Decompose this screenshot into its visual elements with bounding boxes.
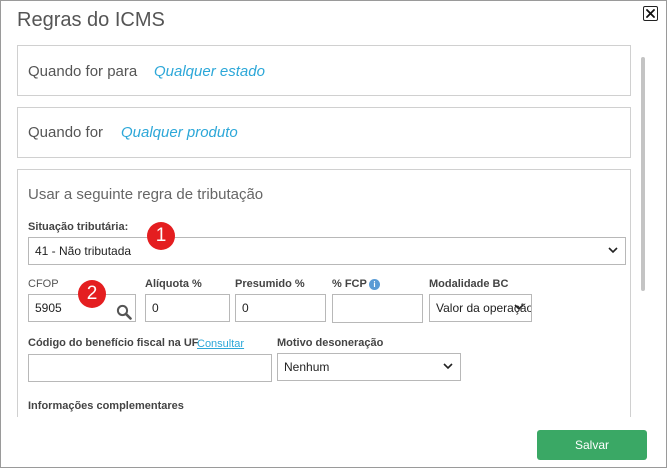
fcp-label: % FCP bbox=[332, 278, 367, 290]
situacao-select[interactable]: 41 - Não tributada bbox=[28, 237, 626, 265]
save-button[interactable]: Salvar bbox=[537, 430, 647, 460]
motivo-value: Nenhum bbox=[284, 360, 330, 374]
close-button[interactable] bbox=[643, 6, 658, 21]
situacao-label: Situação tributária: bbox=[28, 221, 129, 233]
consultar-link[interactable]: Consultar bbox=[197, 338, 244, 350]
aliquota-input[interactable]: 0 bbox=[145, 294, 230, 322]
situacao-value: 41 - Não tributada bbox=[35, 244, 132, 258]
product-rule-box: Quando for Qualquer produto bbox=[17, 107, 631, 158]
section-title: Usar a seguinte regra de tributação bbox=[28, 186, 264, 203]
aliquota-value: 0 bbox=[152, 301, 159, 315]
beneficio-label: Código do benefício fiscal na UF bbox=[28, 337, 199, 349]
modalidade-label: Modalidade BC bbox=[429, 278, 509, 290]
close-icon bbox=[646, 9, 655, 18]
cfop-value: 5905 bbox=[35, 301, 62, 315]
annotation-marker-2: 2 bbox=[78, 280, 106, 308]
product-rule-label: Quando for bbox=[28, 124, 104, 141]
chevron-down-icon bbox=[514, 304, 524, 311]
dialog-content[interactable]: Quando for para Qualquer estado Quando f… bbox=[1, 39, 666, 417]
presumido-input[interactable]: 0 bbox=[235, 294, 326, 322]
taxation-rule-box: Usar a seguinte regra de tributação Situ… bbox=[17, 169, 631, 417]
presumido-value: 0 bbox=[242, 301, 249, 315]
aliquota-label: Alíquota % bbox=[145, 278, 202, 290]
scrollbar[interactable] bbox=[641, 57, 645, 291]
destination-state-link[interactable]: Qualquer estado bbox=[154, 63, 265, 80]
annotation-marker-1: 1 bbox=[147, 222, 175, 250]
info-icon[interactable]: i bbox=[369, 279, 380, 290]
modalidade-select[interactable]: Valor da operação bbox=[429, 294, 532, 322]
motivo-select[interactable]: Nenhum bbox=[277, 353, 461, 381]
destination-rule-box: Quando for para Qualquer estado bbox=[17, 45, 631, 96]
icms-rules-dialog: Regras do ICMS Quando for para Qualquer … bbox=[0, 0, 667, 468]
motivo-label: Motivo desoneração bbox=[277, 337, 384, 349]
chevron-down-icon bbox=[608, 247, 618, 254]
cfop-label: CFOP bbox=[28, 278, 59, 290]
product-link[interactable]: Qualquer produto bbox=[121, 124, 238, 141]
fcp-input[interactable] bbox=[332, 294, 423, 323]
beneficio-input[interactable] bbox=[28, 354, 272, 382]
info-complementares-label: Informações complementares bbox=[28, 400, 184, 412]
destination-rule-label: Quando for para bbox=[28, 63, 138, 80]
presumido-label: Presumido % bbox=[235, 278, 305, 290]
chevron-down-icon bbox=[443, 363, 453, 370]
dialog-title: Regras do ICMS bbox=[17, 9, 165, 31]
search-icon[interactable] bbox=[116, 304, 132, 320]
